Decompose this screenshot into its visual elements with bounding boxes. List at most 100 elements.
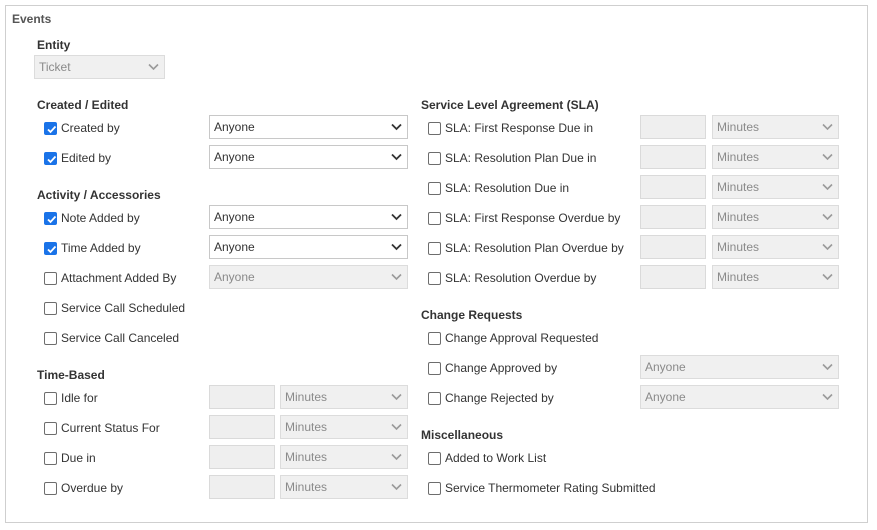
event-attachment-added-by[interactable]: Attachment Added By	[44, 270, 176, 286]
event-sla-resolution-plan-overdue-by[interactable]: SLA: Resolution Plan Overdue by	[428, 240, 624, 256]
event-current-status-for[interactable]: Current Status For	[44, 420, 160, 436]
sla-resolution-overdue-by-label: SLA: Resolution Overdue by	[445, 271, 597, 285]
created-by-select[interactable]: Anyone	[209, 115, 408, 139]
time-added-by-select[interactable]: Anyone	[209, 235, 408, 259]
added-to-work-list-checkbox[interactable]	[428, 451, 441, 465]
attachment-added-by-checkbox[interactable]	[44, 271, 57, 285]
event-edited-by[interactable]: Edited by	[44, 150, 111, 166]
event-overdue-by[interactable]: Overdue by	[44, 480, 123, 496]
event-change-rejected-by[interactable]: Change Rejected by	[428, 390, 554, 406]
edited-by-select[interactable]: Anyone	[209, 145, 408, 169]
current-status-for-checkbox[interactable]	[44, 421, 57, 435]
sla-resolution-plan-overdue-by-unit-value: Minutes	[717, 240, 760, 254]
idle-for-unit-select: Minutes	[280, 385, 408, 409]
event-created-by[interactable]: Created by	[44, 120, 120, 136]
sla-resolution-due-in-checkbox[interactable]	[428, 181, 441, 195]
current-status-for-label: Current Status For	[61, 421, 160, 435]
service-call-canceled-checkbox[interactable]	[44, 331, 57, 345]
sla-resolution-plan-due-in-checkbox[interactable]	[428, 151, 441, 165]
chevron-down-icon	[822, 273, 833, 281]
current-status-for-unit-select: Minutes	[280, 415, 408, 439]
sla-resolution-due-in-amount-input	[640, 175, 706, 199]
checkmark-icon	[47, 125, 57, 133]
sla-resolution-plan-due-in-unit-value: Minutes	[717, 150, 760, 164]
due-in-unit-value: Minutes	[285, 450, 328, 464]
sla-resolution-due-in-label: SLA: Resolution Due in	[445, 181, 570, 195]
event-sla-resolution-plan-due-in[interactable]: SLA: Resolution Plan Due in	[428, 150, 596, 166]
service-thermometer-rating-checkbox[interactable]	[428, 481, 441, 495]
event-sla-resolution-overdue-by[interactable]: SLA: Resolution Overdue by	[428, 270, 596, 286]
due-in-unit-select: Minutes	[280, 445, 408, 469]
time-added-by-checkbox[interactable]	[44, 241, 57, 255]
created-by-checkbox[interactable]	[44, 121, 57, 135]
change-approved-by-checkbox[interactable]	[428, 361, 441, 375]
event-change-approval-requested[interactable]: Change Approval Requested	[428, 330, 598, 346]
sla-resolution-plan-due-in-unit-select: Minutes	[712, 145, 839, 169]
sla-resolution-plan-overdue-by-amount-input	[640, 235, 706, 259]
chevron-down-icon	[391, 423, 402, 431]
chevron-down-icon	[391, 243, 402, 251]
event-note-added-by[interactable]: Note Added by	[44, 210, 140, 226]
event-sla-first-response-overdue-by[interactable]: SLA: First Response Overdue by	[428, 210, 620, 226]
due-in-amount-input	[209, 445, 275, 469]
change-approved-by-label: Change Approved by	[445, 361, 558, 375]
note-added-by-select[interactable]: Anyone	[209, 205, 408, 229]
edited-by-checkbox[interactable]	[44, 151, 57, 165]
attachment-added-by-select: Anyone	[209, 265, 408, 289]
chevron-down-icon	[391, 453, 402, 461]
event-idle-for[interactable]: Idle for	[44, 390, 98, 406]
current-status-for-amount-input	[209, 415, 275, 439]
created-by-label: Created by	[61, 121, 120, 135]
note-added-by-checkbox[interactable]	[44, 211, 57, 225]
due-in-checkbox[interactable]	[44, 451, 57, 465]
event-due-in[interactable]: Due in	[44, 450, 96, 466]
sla-resolution-overdue-by-unit-value: Minutes	[717, 270, 760, 284]
overdue-by-amount-input	[209, 475, 275, 499]
chevron-down-icon	[391, 483, 402, 491]
event-sla-first-response-due-in[interactable]: SLA: First Response Due in	[428, 120, 593, 136]
sla-resolution-overdue-by-unit-select: Minutes	[712, 265, 839, 289]
event-service-call-scheduled[interactable]: Service Call Scheduled	[44, 300, 185, 316]
sla-first-response-overdue-by-amount-input	[640, 205, 706, 229]
edited-by-select-value: Anyone	[214, 150, 255, 164]
chevron-down-icon	[822, 243, 833, 251]
overdue-by-unit-value: Minutes	[285, 480, 328, 494]
event-service-thermometer-rating[interactable]: Service Thermometer Rating Submitted	[428, 480, 656, 496]
event-added-to-work-list[interactable]: Added to Work List	[428, 450, 546, 466]
added-to-work-list-label: Added to Work List	[445, 451, 547, 465]
sla-first-response-overdue-by-unit-value: Minutes	[717, 210, 760, 224]
event-time-added-by[interactable]: Time Added by	[44, 240, 141, 256]
sla-resolution-overdue-by-checkbox[interactable]	[428, 271, 441, 285]
panel-title: Events	[12, 12, 52, 26]
sla-first-response-due-in-amount-input	[640, 115, 706, 139]
overdue-by-checkbox[interactable]	[44, 481, 57, 495]
event-change-approved-by[interactable]: Change Approved by	[428, 360, 557, 376]
change-rejected-by-label: Change Rejected by	[445, 391, 554, 405]
due-in-label: Due in	[61, 451, 96, 465]
chevron-down-icon	[822, 123, 833, 131]
sla-resolution-plan-overdue-by-label: SLA: Resolution Plan Overdue by	[445, 241, 624, 255]
sla-first-response-due-in-checkbox[interactable]	[428, 121, 441, 135]
sla-resolution-plan-overdue-by-checkbox[interactable]	[428, 241, 441, 255]
entity-label: Entity	[37, 38, 71, 52]
sla-resolution-plan-due-in-amount-input	[640, 145, 706, 169]
change-approved-by-select: Anyone	[640, 355, 839, 379]
service-call-scheduled-checkbox[interactable]	[44, 301, 57, 315]
change-approved-by-select-value: Anyone	[645, 360, 686, 374]
idle-for-checkbox[interactable]	[44, 391, 57, 405]
change-approval-requested-checkbox[interactable]	[428, 331, 441, 345]
section-created-edited: Created / Edited	[37, 98, 129, 112]
change-rejected-by-checkbox[interactable]	[428, 391, 441, 405]
edited-by-label: Edited by	[61, 151, 112, 165]
sla-resolution-plan-due-in-label: SLA: Resolution Plan Due in	[445, 151, 597, 165]
section-miscellaneous: Miscellaneous	[421, 428, 504, 442]
event-service-call-canceled[interactable]: Service Call Canceled	[44, 330, 179, 346]
overdue-by-unit-select: Minutes	[280, 475, 408, 499]
change-rejected-by-select-value: Anyone	[645, 390, 686, 404]
section-change-requests: Change Requests	[421, 308, 523, 322]
chevron-down-icon	[822, 213, 833, 221]
chevron-down-icon	[391, 393, 402, 401]
service-call-scheduled-label: Service Call Scheduled	[61, 301, 186, 315]
event-sla-resolution-due-in[interactable]: SLA: Resolution Due in	[428, 180, 569, 196]
sla-first-response-overdue-by-checkbox[interactable]	[428, 211, 441, 225]
